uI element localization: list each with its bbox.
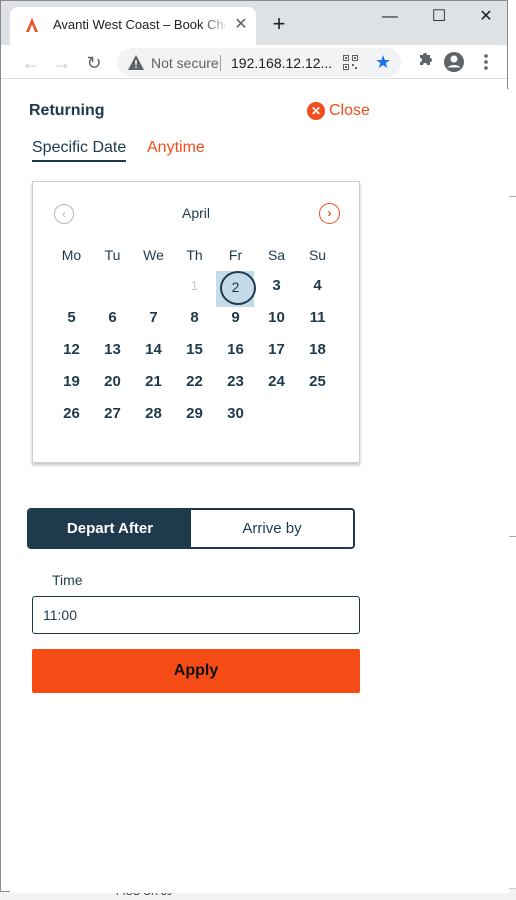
weekday-label: We [143,247,164,263]
calendar-day[interactable]: 8 [174,302,215,334]
time-mode-toggle: Depart After Arrive by [27,508,355,549]
calendar-day[interactable]: 26 [51,398,92,430]
close-circle-icon: ✕ [307,102,325,120]
calendar-empty-cell [92,270,133,302]
calendar-day[interactable]: 24 [256,366,297,398]
forward-arrow-icon[interactable]: → [50,51,74,75]
weekday-label: Tu [104,247,121,263]
back-arrow-icon[interactable]: ← [19,51,43,75]
calendar-day[interactable]: 13 [92,334,133,366]
calendar-day[interactable]: 23 [215,366,256,398]
warning-icon [128,55,144,70]
url-text[interactable]: 192.168.12.12... [231,55,332,71]
tab-title-fade [200,13,230,37]
close-button[interactable]: ✕ Close [307,101,370,121]
calendar-day[interactable]: 15 [174,334,215,366]
calendar-day[interactable]: 17 [256,334,297,366]
calendar-day[interactable]: 10 [256,302,297,334]
browser-toolbar: ← → ↻ Not secure 192.168.12.12... ★ [1,45,507,79]
security-label[interactable]: Not secure [151,55,219,71]
calendar-day-disabled: 1 [190,278,199,293]
tab-anytime[interactable]: Anytime [147,139,205,157]
calendar-day[interactable]: 6 [92,302,133,334]
extensions-puzzle-icon[interactable] [411,50,435,74]
minimize-button[interactable]: — [375,7,405,27]
bookmark-star-icon[interactable]: ★ [375,52,391,72]
reload-icon[interactable]: ↻ [82,51,106,75]
avanti-favicon-icon [26,18,38,32]
calendar-day[interactable]: 19 [51,366,92,398]
calendar-day[interactable]: 16 [215,334,256,366]
calendar-day[interactable]: 5 [51,302,92,334]
depart-after-button[interactable]: Depart After [29,510,191,547]
date-picker-panel: Returning ✕ Close Specific Date Anytime … [10,89,509,893]
calendar-empty-cell [256,398,297,430]
calendar-grid: Mo Tu We Th Fr Sa Su 1 2 3 4 5 6 7 8 9 10 11 12 13 14… [51,240,343,430]
calendar-day[interactable]: 11 [297,302,338,334]
calendar: ‹ April › Mo Tu We Th Fr Sa Su 123456789… [32,181,360,463]
browser-window: Avanti West Coast – Book Cheap ✕ + — ☐ ✕… [0,0,509,893]
calendar-day[interactable]: 7 [133,302,174,334]
close-window-button[interactable]: ✕ [471,7,501,27]
calendar-day[interactable]: 29 [174,398,215,430]
menu-kebab-icon[interactable] [474,50,498,74]
tab-specific-date[interactable]: Specific Date [32,139,127,162]
calendar-day[interactable]: 27 [92,398,133,430]
calendar-day[interactable]: 30 [215,398,256,430]
calendar-day[interactable]: 12 [51,334,92,366]
calendar-day[interactable]: 21 [133,366,174,398]
browser-tab[interactable]: Avanti West Coast – Book Cheap ✕ [10,7,256,45]
address-bar[interactable]: Not secure 192.168.12.12... ★ [117,48,401,77]
calendar-day[interactable]: 22 [174,366,215,398]
calendar-empty-cell [297,398,338,430]
weekday-label: Sa [267,247,286,263]
calendar-day-selected[interactable]: 2 [215,270,256,307]
calendar-day[interactable]: 28 [133,398,174,430]
calendar-month: April [181,205,210,221]
time-label: Time [52,572,83,588]
qr-code-icon[interactable] [343,55,358,70]
weekday-label: Mo [61,247,82,263]
background-divider [508,536,516,537]
weekday-label: Su [308,247,327,263]
new-tab-button[interactable]: + [267,13,291,37]
next-month-chevron-icon[interactable]: › [319,203,340,224]
background-divider [508,196,516,197]
calendar-day[interactable]: 20 [92,366,133,398]
maximize-button[interactable]: ☐ [424,7,454,27]
weekday-label: Fr [228,247,243,263]
apply-button[interactable]: Apply [32,649,360,693]
close-label: Close [329,102,370,119]
tab-close-icon[interactable]: ✕ [232,16,250,34]
title-bar: Avanti West Coast – Book Cheap ✕ + — ☐ ✕ [1,1,507,45]
calendar-day[interactable]: 3 [256,270,297,302]
calendar-day[interactable]: 4 [297,270,338,302]
background-window-edge [508,88,516,900]
arrive-by-button[interactable]: Arrive by [191,510,353,547]
calendar-empty-cell [51,270,92,302]
time-input[interactable] [32,596,360,634]
panel-title: Returning [29,102,105,119]
profile-avatar-icon[interactable] [442,50,466,74]
calendar-day[interactable]: 18 [297,334,338,366]
calendar-empty-cell [133,270,174,302]
calendar-day-number: 2 [231,279,240,295]
weekday-label: Th [186,247,203,263]
calendar-day[interactable]: 25 [297,366,338,398]
omnibox-divider [220,55,221,71]
calendar-day[interactable]: 9 [215,302,256,334]
calendar-day[interactable]: 14 [133,334,174,366]
